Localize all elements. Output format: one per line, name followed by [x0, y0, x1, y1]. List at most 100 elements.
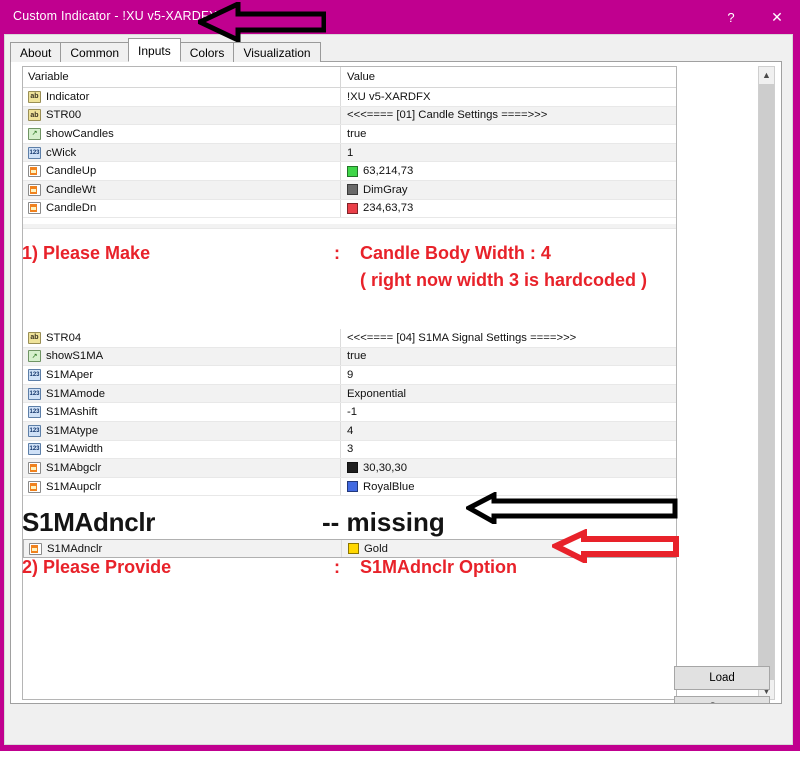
table-row[interactable]: ↗ showS1MA true [23, 347, 676, 367]
annotation-note2-colon: : [334, 557, 340, 577]
value-text: 63,214,73 [363, 165, 414, 178]
table-row[interactable]: S1MAbgclr 30,30,30 [23, 459, 676, 478]
save-button[interactable]: Save [674, 696, 770, 703]
value-cell: <<<==== [01] Candle Settings ====>>> [341, 107, 676, 125]
table-row[interactable]: 123 S1MAper 9 [23, 366, 676, 385]
variable-name: STR04 [46, 331, 82, 344]
value-text: true [347, 127, 367, 140]
variable-name: STR00 [46, 109, 82, 122]
variable-cell: CandleDn [23, 199, 341, 218]
color-swatch [347, 184, 358, 196]
table-row[interactable]: 123 S1MAmode Exponential [23, 384, 676, 404]
table-row[interactable]: ab STR00 <<<==== [01] Candle Settings ====… [23, 106, 676, 126]
scroll-up-icon[interactable]: ▲ [759, 67, 774, 83]
value-text: <<<==== [04] S1MA Signal Settings ====>>… [347, 331, 577, 344]
color-swatch [348, 543, 359, 554]
color-icon [28, 183, 41, 196]
load-button[interactable]: Load [674, 666, 770, 690]
color-icon [28, 202, 41, 215]
variable-name: cWick [46, 146, 77, 159]
annotation-arrow-title [198, 2, 326, 42]
value-text: true [347, 350, 367, 363]
value-cell: 4 [341, 422, 676, 440]
variable-name: S1MAper [46, 368, 94, 381]
table-row[interactable]: ab Indicator !XU v5-XARDFX [23, 88, 676, 107]
value-cell: 9 [341, 366, 676, 384]
table-row[interactable]: CandleWt DimGray [23, 180, 676, 200]
value-text: Exponential [347, 387, 407, 400]
variable-name: showCandles [46, 127, 114, 140]
table-row[interactable]: 123 S1MAshift -1 [23, 403, 676, 422]
annotation-note2-label: 2) Please Provide [22, 557, 172, 577]
color-swatch [347, 481, 358, 493]
scrollbar-thumb[interactable] [759, 84, 774, 680]
value-text: 234,63,73 [363, 202, 414, 215]
string-icon: ab [28, 331, 41, 344]
annotation-note1-colon: : [334, 243, 340, 263]
variable-name: CandleDn [46, 202, 97, 215]
value-text: -1 [347, 406, 358, 419]
window-body: About Common Inputs Colors Visualization… [4, 34, 793, 745]
bool-icon: ↗ [28, 127, 41, 140]
table-row[interactable]: ab STR04 <<<==== [04] S1MA Signal Settings… [23, 329, 676, 348]
string-icon: ab [28, 90, 41, 103]
table-header-row: Variable Value [23, 67, 676, 88]
variable-name: S1MAwidth [46, 443, 103, 456]
annotation-note2-text: S1MAdnclr Option [360, 557, 517, 577]
value-cell: 3 [341, 441, 676, 459]
partial-row [23, 224, 676, 229]
column-header-value: Value [347, 71, 376, 83]
value-cell: true [341, 348, 676, 366]
value-text: RoyalBlue [363, 480, 415, 493]
inputs-grid: Variable Value ab Indicator !XU v5-XARDFX a… [23, 67, 676, 219]
inputs-list: Variable Value ab Indicator !XU v5-XARDFX a… [22, 66, 677, 700]
int-icon: 123 [28, 146, 41, 159]
table-row[interactable]: 123 S1MAwidth 3 [23, 440, 676, 460]
close-icon[interactable]: ✕ [754, 0, 800, 34]
variable-cell: CandleWt [23, 180, 341, 199]
variable-cell: 123 S1MAmode [23, 384, 341, 403]
annotation-arrow-missing [466, 492, 678, 524]
tab-colors[interactable]: Colors [179, 42, 235, 62]
table-row[interactable]: CandleDn 234,63,73 [23, 199, 676, 219]
int-icon: 123 [28, 406, 41, 419]
app-root: Custom Indicator - !XU v5-XARDFX ? ✕ Abo… [0, 0, 800, 761]
bool-icon: ↗ [28, 350, 41, 363]
help-icon[interactable]: ? [708, 0, 754, 34]
value-text: 3 [347, 443, 354, 456]
value-cell: true [341, 125, 676, 143]
value-cell: !XU v5-XARDFX [341, 88, 676, 106]
variable-cell: ab STR00 [23, 106, 341, 125]
table-row[interactable]: CandleUp 63,214,73 [23, 162, 676, 181]
variable-name: CandleUp [46, 165, 97, 178]
tab-inputs[interactable]: Inputs [128, 38, 181, 62]
color-icon [29, 542, 42, 555]
value-cell: 234,63,73 [341, 200, 676, 218]
color-icon [28, 461, 41, 474]
annotation-missing-text: -- missing [322, 507, 445, 537]
variable-name: Indicator [46, 90, 90, 103]
color-swatch [347, 462, 358, 474]
variable-cell: ab STR04 [23, 329, 341, 347]
variable-cell: S1MAdnclr [24, 540, 342, 557]
value-text: <<<==== [01] Candle Settings ====>>> [347, 109, 548, 122]
value-cell: <<<==== [04] S1MA Signal Settings ====>>… [341, 329, 676, 347]
table-row[interactable]: ↗ showCandles true [23, 125, 676, 144]
vertical-scrollbar[interactable]: ▲ ▼ [758, 66, 775, 700]
color-swatch [347, 202, 358, 214]
value-cell: 30,30,30 [341, 459, 676, 477]
tab-visualization[interactable]: Visualization [233, 42, 321, 62]
variable-cell: 123 S1MAwidth [23, 440, 341, 459]
table-row[interactable]: 123 cWick 1 [23, 143, 676, 163]
table-row[interactable]: 123 S1MAtype 4 [23, 421, 676, 441]
value-text: Gold [364, 542, 388, 555]
variable-name: S1MAdnclr [47, 542, 103, 555]
annotation-note1-line1: Candle Body Width : 4 [360, 243, 551, 263]
annotation-note1-line2: ( right now width 3 is hardcoded ) [360, 270, 647, 290]
variable-cell: CandleUp [23, 162, 341, 180]
value-cell: -1 [341, 403, 676, 421]
tab-about[interactable]: About [10, 42, 62, 62]
value-cell: Exponential [341, 385, 676, 403]
string-icon: ab [28, 109, 41, 122]
tab-common[interactable]: Common [60, 42, 130, 62]
